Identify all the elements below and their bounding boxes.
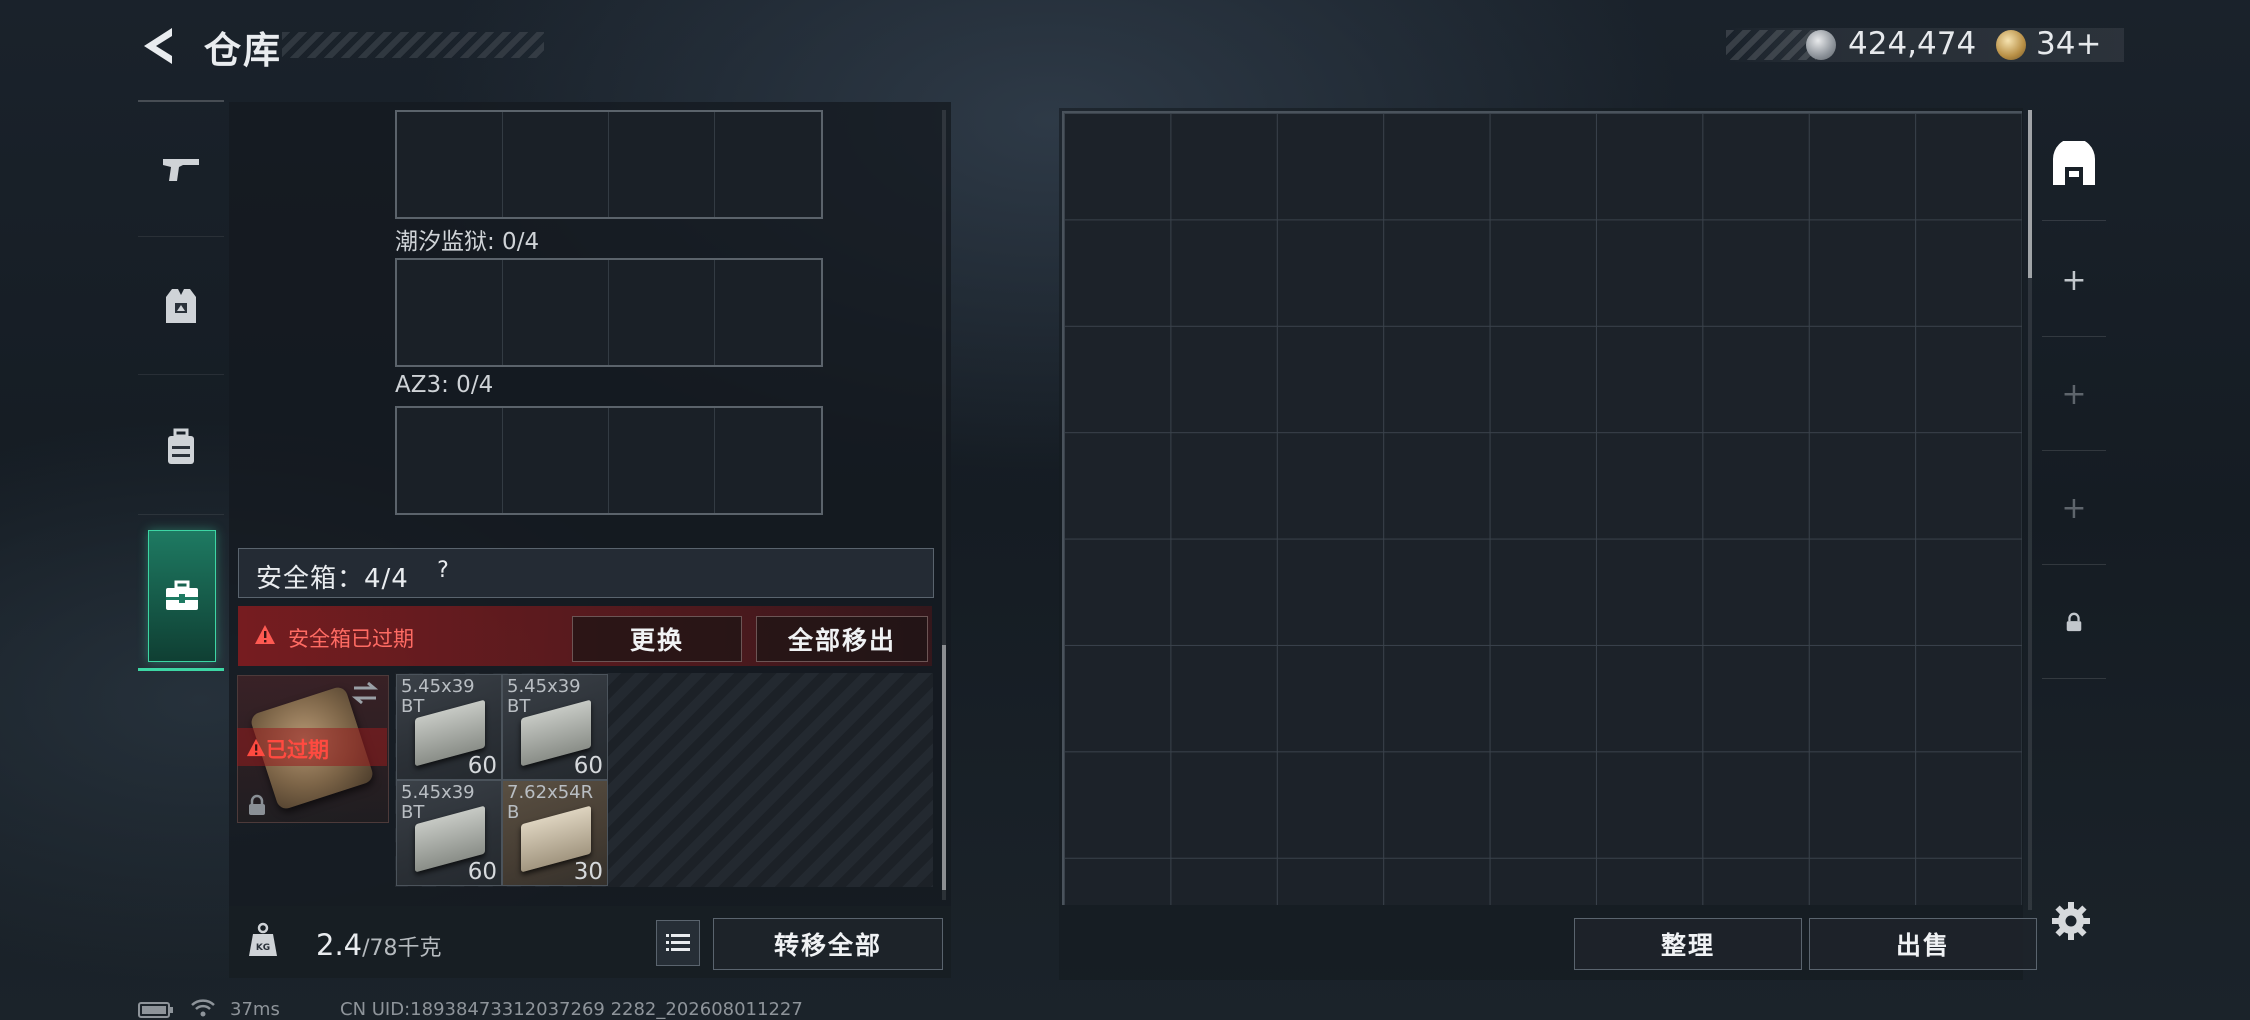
slot-label-2: AZ3: 0/4	[395, 372, 494, 398]
warning-icon	[255, 625, 275, 644]
expired-warning-icon	[246, 738, 266, 757]
tab-safebox[interactable]	[148, 530, 216, 662]
slot-label-1: 潮汐监狱: 0/4	[395, 229, 540, 255]
ammo-count: 60	[467, 753, 497, 779]
tab-backpack[interactable]	[138, 380, 224, 515]
list-icon	[666, 934, 690, 951]
plus-icon: +	[2061, 376, 2087, 412]
silver-coin-icon	[1806, 30, 1836, 60]
stash-side-tabs: + + +	[2042, 108, 2106, 688]
ammo-name: 5.45x39 BT	[507, 676, 581, 717]
ammo-count: 30	[573, 859, 603, 885]
move-all-out-button[interactable]: 全部移出	[756, 616, 928, 662]
gear-icon[interactable]	[2050, 900, 2092, 942]
stash-scrollbar-thumb[interactable]	[2028, 110, 2032, 278]
svg-text:KG: KG	[256, 943, 270, 953]
weight-value: 2.4	[316, 928, 363, 962]
lock-icon	[2066, 612, 2082, 632]
container-slot-grid-1[interactable]	[395, 110, 823, 219]
plus-icon: +	[2061, 490, 2087, 526]
currency-stripe-decoration	[1726, 30, 1816, 60]
expired-label: 已过期	[266, 738, 329, 762]
container-scrollbar-thumb[interactable]	[942, 645, 946, 890]
battery-icon	[138, 1002, 173, 1018]
stash-tab-add-3[interactable]: +	[2042, 452, 2106, 565]
back-icon[interactable]	[138, 24, 178, 68]
ammo-item-2[interactable]: 5.45x39 BT 60	[502, 674, 608, 780]
pistol-icon	[163, 159, 199, 181]
ammo-item-3[interactable]: 5.45x39 BT 60	[396, 780, 502, 886]
title-decoration	[282, 32, 544, 58]
stash-tab-add-2[interactable]: +	[2042, 338, 2106, 451]
plus-icon: +	[2061, 262, 2087, 298]
organize-button[interactable]: 整理	[1574, 918, 1802, 970]
replace-button[interactable]: 更换	[572, 616, 742, 662]
weight-capacity: /78千克	[362, 936, 442, 961]
swap-icon[interactable]	[350, 680, 380, 706]
safebox-title: 安全箱：4/4	[256, 564, 409, 594]
ammo-name: 7.62x54R B	[507, 782, 594, 823]
user-uid: CN UID:18938473312037269 2282_2026080112…	[340, 999, 803, 1020]
page-title: 仓库	[204, 29, 282, 72]
silver-currency-amount: 424,474	[1848, 26, 1977, 62]
ammo-count: 60	[467, 859, 497, 885]
ammo-name: 5.45x39 BT	[401, 676, 475, 717]
tab-weapons[interactable]	[138, 102, 224, 237]
weight-icon: KG	[249, 922, 277, 956]
tab-armor[interactable]	[138, 240, 224, 375]
gold-coin-icon	[1996, 30, 2026, 60]
transfer-all-button[interactable]: 转移全部	[713, 918, 943, 970]
container-slot-grid-3[interactable]	[395, 406, 823, 515]
stash-tab-add-1[interactable]: +	[2042, 224, 2106, 337]
vest-icon	[166, 289, 196, 323]
ammo-item-4[interactable]: 7.62x54R B 30	[502, 780, 608, 886]
alert-text: 安全箱已过期	[288, 627, 414, 651]
category-tabs	[138, 102, 224, 672]
lock-icon	[249, 794, 265, 815]
active-tab-underline	[138, 668, 224, 671]
sell-button[interactable]: 出售	[1809, 918, 2037, 970]
stash-tab-locked[interactable]	[2042, 566, 2106, 679]
backpack-icon	[168, 428, 194, 464]
warehouse-icon	[2053, 141, 2095, 185]
ammo-item-1[interactable]: 5.45x39 BT 60	[396, 674, 502, 780]
list-view-button[interactable]	[656, 920, 700, 966]
toolbox-icon	[166, 580, 198, 610]
wifi-icon	[191, 999, 215, 1017]
stash-tab-main[interactable]	[2042, 108, 2106, 221]
weight-readout: 2.4/78千克	[316, 928, 442, 962]
ammo-count: 60	[573, 753, 603, 779]
ammo-name: 5.45x39 BT	[401, 782, 475, 823]
gold-currency-amount[interactable]: 34+	[2036, 26, 2101, 62]
ping-readout: 37ms	[230, 999, 280, 1020]
stash-grid[interactable]	[1062, 111, 2022, 905]
container-slot-grid-2[interactable]	[395, 258, 823, 367]
help-icon[interactable]: ?	[428, 556, 458, 586]
